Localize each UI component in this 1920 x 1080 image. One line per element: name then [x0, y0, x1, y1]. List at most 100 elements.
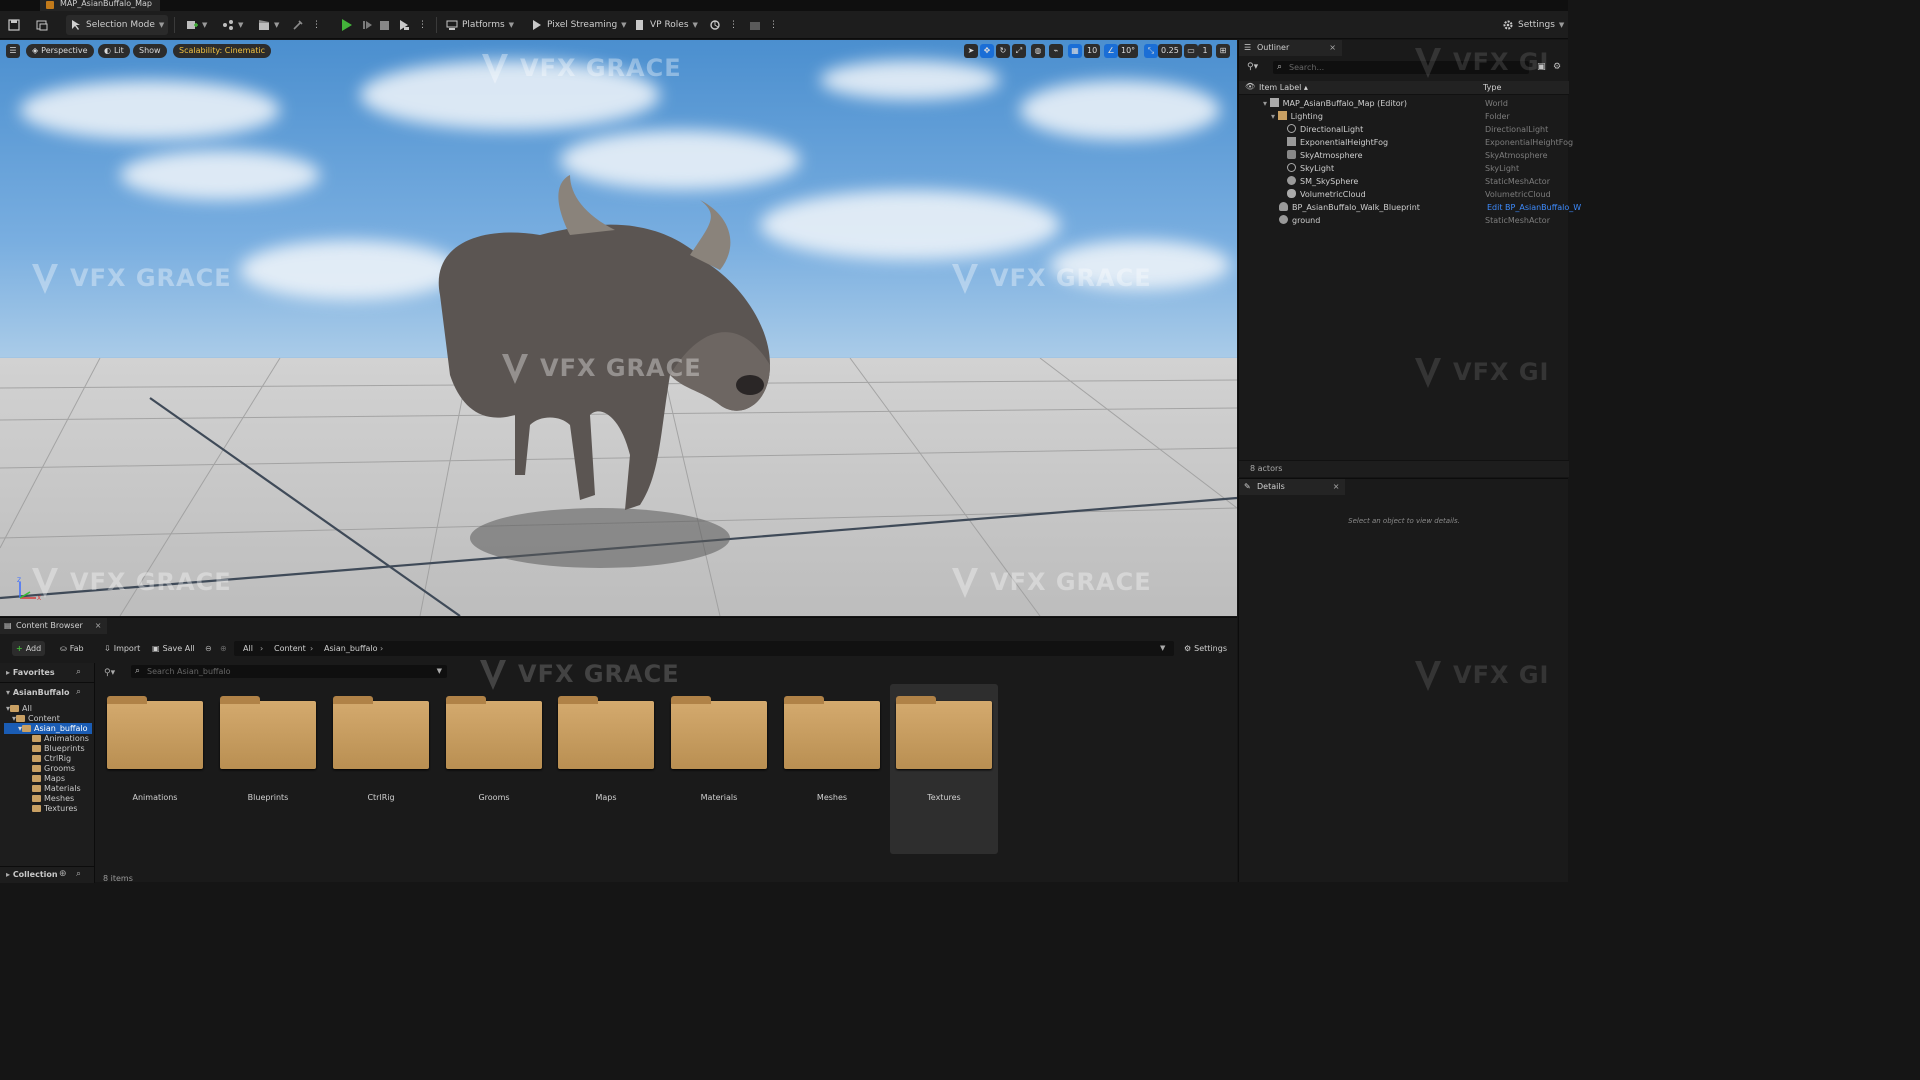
breadcrumb-content[interactable]: Content	[274, 641, 306, 656]
vp-roles-dropdown[interactable]: VP Roles ▼	[630, 15, 702, 35]
grid-snap-value[interactable]: 10	[1084, 44, 1101, 58]
add-collection-icon[interactable]: ⊕	[59, 869, 67, 879]
tree-item-textures[interactable]: Textures	[32, 804, 77, 814]
history-forward-icon[interactable]: ⊕	[216, 641, 231, 656]
lit-dropdown[interactable]: ◐ Lit	[98, 44, 130, 58]
details-tab[interactable]: ✎ Details ×	[1239, 479, 1346, 495]
scalability-badge[interactable]: Scalability: Cinematic	[173, 44, 272, 58]
settings-button[interactable]: Settings ▼	[1498, 15, 1568, 35]
tree-item-meshes[interactable]: Meshes	[32, 794, 74, 804]
outliner-row-sky-sphere[interactable]: SM_SkySphere StaticMeshActor	[1239, 175, 1569, 188]
fab-button[interactable]: ⛀ Fab	[56, 641, 88, 656]
breadcrumb-all[interactable]: All	[243, 641, 253, 656]
outliner-row-sky-light[interactable]: SkyLight SkyLight	[1239, 162, 1569, 175]
scale-snap-value[interactable]: 0.25	[1158, 44, 1182, 58]
asset-search-input[interactable]: ⌕ Search Asian_buffalo ▼	[131, 665, 447, 678]
play-button[interactable]	[338, 15, 356, 35]
show-dropdown[interactable]: Show	[133, 44, 167, 58]
camera-speed-value[interactable]: 1	[1198, 44, 1212, 58]
save-all-button[interactable]: ▣ Save All	[148, 641, 199, 656]
project-header[interactable]: ▾ AsianBuffalo	[6, 688, 70, 698]
layout-more-icon[interactable]: ⋮	[765, 15, 782, 35]
scale-tool-icon[interactable]: ⤢	[1012, 44, 1026, 58]
folder-tile-maps[interactable]: Maps	[552, 684, 660, 854]
filter-icon[interactable]: ⚲▾	[1247, 62, 1258, 72]
close-icon[interactable]: ×	[1329, 43, 1336, 52]
outliner-row-directional-light[interactable]: DirectionalLight DirectionalLight	[1239, 123, 1569, 136]
tree-item-maps[interactable]: Maps	[32, 774, 65, 784]
outliner-row-lighting[interactable]: ▾ Lighting Folder	[1239, 110, 1569, 123]
outliner-row-height-fog[interactable]: ExponentialHeightFog ExponentialHeightFog	[1239, 136, 1573, 149]
blueprints-icon[interactable]: ▼	[218, 15, 247, 35]
folder-tile-animations[interactable]: Animations	[101, 684, 209, 854]
search-icon[interactable]: ⌕	[76, 687, 81, 697]
maximize-viewport-icon[interactable]: ⊞	[1216, 44, 1230, 58]
content-browser-tab[interactable]: ▤ Content Browser ×	[0, 618, 108, 634]
viewport-menu-icon[interactable]: ☰	[6, 44, 20, 58]
stop-button[interactable]	[376, 15, 393, 35]
source-control-more-icon[interactable]: ⋮	[725, 15, 742, 35]
eject-button[interactable]	[394, 15, 414, 35]
camera-speed-icon[interactable]: ▭	[1184, 44, 1198, 58]
folder-tile-textures[interactable]: Textures	[890, 684, 998, 854]
save-icon[interactable]	[4, 15, 24, 35]
platforms-dropdown[interactable]: Platforms ▼	[442, 15, 518, 35]
filter-icon[interactable]: ⚲▾	[104, 668, 115, 678]
content-browser-icon[interactable]	[32, 15, 52, 35]
tree-item-animations[interactable]: Animations	[32, 734, 89, 744]
favorites-header[interactable]: ▸ Favorites	[6, 668, 55, 678]
column-item-label[interactable]: Item Label ▴	[1259, 83, 1308, 92]
history-back-icon[interactable]: ⊖	[201, 641, 216, 656]
tree-item-materials[interactable]: Materials	[32, 784, 81, 794]
outliner-row-ground[interactable]: ground StaticMeshActor	[1239, 214, 1569, 227]
layout-icon[interactable]	[745, 15, 765, 35]
search-icon[interactable]: ⌕	[76, 869, 81, 879]
rotate-tool-icon[interactable]: ↻	[996, 44, 1010, 58]
eye-icon[interactable]: 👁	[1245, 82, 1255, 91]
tree-item-all[interactable]: ▾ All	[6, 704, 32, 714]
selection-mode-dropdown[interactable]: Selection Mode ▼	[66, 15, 169, 35]
gear-icon[interactable]: ⚙	[1553, 62, 1561, 72]
outliner-row-volumetric-cloud[interactable]: VolumetricCloud VolumetricCloud	[1239, 188, 1569, 201]
cinematics-icon[interactable]: ▼	[254, 15, 283, 35]
play-options-icon[interactable]: ⋮	[414, 15, 431, 35]
angle-snap-toggle[interactable]: ∠	[1104, 44, 1118, 58]
more-options-icon[interactable]: ⋮	[308, 15, 325, 35]
edit-blueprint-link[interactable]: Edit BP_AsianBuffalo_W	[1487, 201, 1581, 214]
folder-tile-blueprints[interactable]: Blueprints	[214, 684, 322, 854]
world-space-icon[interactable]: ◍	[1031, 44, 1045, 58]
perspective-dropdown[interactable]: ◈ Perspective	[26, 44, 94, 58]
cb-settings-button[interactable]: ⚙ Settings	[1180, 641, 1231, 656]
outliner-row-world[interactable]: ▾ MAP_AsianBuffalo_Map (Editor) World	[1239, 97, 1569, 110]
chevron-down-icon[interactable]: ▼	[437, 665, 442, 678]
surface-snap-icon[interactable]: ⌁	[1049, 44, 1063, 58]
buffalo-model[interactable]	[420, 175, 780, 520]
chevron-down-icon[interactable]: ▼	[1160, 641, 1165, 656]
column-type[interactable]: Type	[1483, 83, 1501, 92]
grid-snap-toggle[interactable]: ▦	[1068, 44, 1082, 58]
level-tab[interactable]: MAP_AsianBuffalo_Map	[40, 0, 161, 11]
source-control-icon[interactable]	[705, 15, 725, 35]
search-icon[interactable]: ⌕	[76, 667, 81, 677]
folder-tile-grooms[interactable]: Grooms	[440, 684, 548, 854]
add-actor-icon[interactable]: ▼	[182, 15, 211, 35]
tree-item-asian-buffalo[interactable]: ▾ Asian_buffalo	[18, 724, 88, 734]
close-icon[interactable]: ×	[1333, 482, 1340, 491]
pixel-streaming-dropdown[interactable]: Pixel Streaming ▼	[527, 15, 631, 35]
folder-tile-materials[interactable]: Materials	[665, 684, 773, 854]
tree-item-grooms[interactable]: Grooms	[32, 764, 75, 774]
folder-tile-meshes[interactable]: Meshes	[778, 684, 886, 854]
add-button[interactable]: + Add	[12, 641, 46, 656]
tree-item-blueprints[interactable]: Blueprints	[32, 744, 85, 754]
breadcrumb-asian-buffalo[interactable]: Asian_buffalo	[324, 641, 378, 656]
level-viewport[interactable]: VFX GRACE VFX GRACE VFX GRACE VFX GRACE …	[0, 40, 1237, 616]
advance-frame-button[interactable]	[358, 15, 378, 35]
collection-header[interactable]: ▸ Collection	[6, 870, 58, 880]
scale-snap-toggle[interactable]: ⤡	[1144, 44, 1158, 58]
build-icon[interactable]	[288, 15, 308, 35]
angle-snap-value[interactable]: 10°	[1118, 44, 1139, 58]
outliner-row-sky-atmosphere[interactable]: SkyAtmosphere SkyAtmosphere	[1239, 149, 1569, 162]
folder-tile-ctrlrig[interactable]: CtrlRig	[327, 684, 435, 854]
tree-item-ctrlrig[interactable]: CtrlRig	[32, 754, 71, 764]
import-button[interactable]: ⇩ Import	[100, 641, 144, 656]
